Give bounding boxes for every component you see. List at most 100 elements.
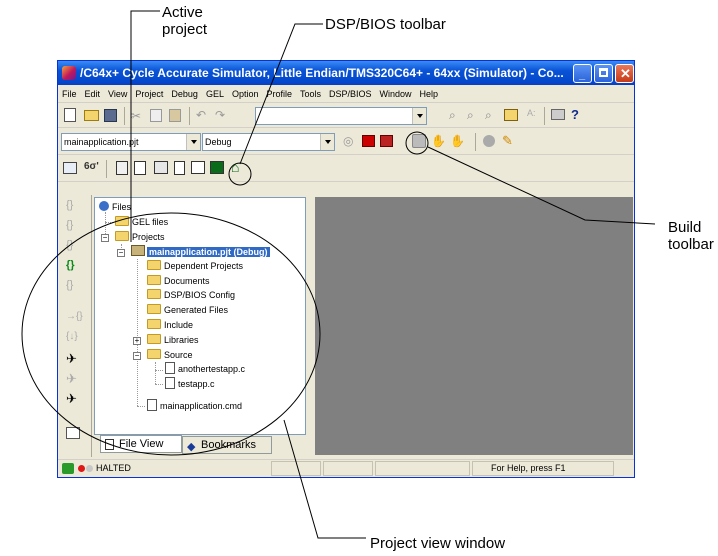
find-prev-icon[interactable]: ⌕ (485, 108, 501, 124)
halt-icon[interactable]: ✈ (66, 371, 84, 387)
tree-file-testapp[interactable]: testapp.c (165, 377, 215, 391)
memory-icon[interactable] (66, 427, 80, 439)
probe-icon[interactable]: ✎ (502, 133, 518, 149)
bookmark-icon[interactable] (504, 109, 518, 121)
file-view-icon (105, 439, 114, 450)
menu-item-help[interactable]: Help (416, 85, 443, 103)
step-over-icon[interactable]: {} (66, 219, 84, 235)
tree-file-anothertestapp[interactable]: anothertestapp.c (165, 362, 245, 376)
configuration-combo-value: Debug (205, 137, 232, 147)
rta-control-icon[interactable] (154, 161, 168, 174)
cut-icon[interactable]: ✂ (131, 109, 147, 125)
menu-item-profile[interactable]: Profile (262, 85, 296, 103)
animate-icon[interactable]: ✈ (66, 391, 84, 407)
callout-active-project: Active project (162, 4, 208, 38)
step-into-icon[interactable]: {} (66, 199, 84, 215)
folder-icon (147, 289, 161, 299)
step-out-icon[interactable]: {} (66, 239, 84, 255)
asm-step-over-icon[interactable]: {↓} (66, 331, 84, 347)
build-option-icon[interactable]: ✋ (431, 134, 447, 150)
tree-cmd-file[interactable]: mainapplication.cmd (147, 399, 242, 413)
tree-libraries[interactable]: Libraries (147, 333, 199, 347)
compile-icon[interactable]: ◎ (343, 134, 359, 150)
configuration-combo[interactable]: Debug (202, 133, 335, 151)
set-pc-icon[interactable]: {} (66, 279, 84, 295)
print-icon[interactable] (551, 109, 565, 120)
execution-graph-icon[interactable] (210, 161, 224, 174)
message-log-icon[interactable] (174, 161, 185, 175)
tree-dsp-bios-config[interactable]: DSP/BIOS Config (147, 288, 235, 302)
collapse-source-icon[interactable]: − (133, 352, 141, 360)
menu-item-option[interactable]: Option (228, 85, 263, 103)
menu-item-file[interactable]: File (58, 85, 81, 103)
rebuild-all-icon[interactable] (380, 135, 393, 147)
paste-icon[interactable] (169, 109, 181, 122)
maximize-button[interactable] (594, 64, 613, 83)
find-next-icon[interactable]: ⌕ (467, 108, 483, 124)
titlebar[interactable]: /C64x+ Cycle Accurate Simulator, Little … (58, 61, 634, 85)
tab-file-view[interactable]: File View (100, 435, 182, 453)
menu-item-gel[interactable]: GEL (202, 85, 228, 103)
tree-dependent-projects[interactable]: Dependent Projects (147, 259, 243, 273)
minimize-button[interactable]: _ (573, 64, 592, 83)
status-state: HALTED (96, 463, 131, 473)
undo-icon[interactable]: ↶ (196, 108, 212, 124)
tree-include[interactable]: Include (147, 318, 193, 332)
tree-documents[interactable]: Documents (147, 274, 210, 288)
menu-item-dsp-bios[interactable]: DSP/BIOS (325, 85, 376, 103)
standard-toolbar: ✂ ↶ ↷ ⌕ ⌕ ⌕ A: ? (58, 104, 634, 128)
status-cell-2 (323, 461, 373, 476)
asm-step-into-icon[interactable]: →{} (66, 311, 84, 327)
callout-dsp-bios-toolbar: DSP/BIOS toolbar (325, 16, 446, 33)
graph-icon[interactable] (63, 162, 77, 174)
new-file-icon[interactable] (64, 108, 76, 122)
open-icon[interactable] (84, 110, 99, 121)
tree-gel-files[interactable]: GEL files (115, 215, 168, 229)
tree-source[interactable]: Source (147, 348, 193, 362)
copy-icon[interactable] (150, 109, 162, 122)
help-icon[interactable]: ? (571, 107, 587, 123)
menu-item-edit[interactable]: Edit (81, 85, 105, 103)
tree-root-files[interactable]: Files (99, 200, 131, 214)
folder-icon (147, 260, 161, 270)
tree-projects[interactable]: Projects (115, 230, 165, 244)
tree-generated-files[interactable]: Generated Files (147, 303, 228, 317)
folder-open-icon (115, 231, 129, 241)
tab-bookmarks[interactable]: ◆ Bookmarks (182, 436, 272, 454)
debug-option-icon[interactable]: ✋ (450, 134, 466, 150)
kernel-view-icon[interactable]: ⌂ (231, 159, 247, 175)
run-icon[interactable]: ✈ (66, 351, 84, 367)
halt-build-icon[interactable] (412, 134, 426, 148)
collapse-project-icon[interactable]: − (117, 249, 125, 257)
expand-libraries-icon[interactable]: + (133, 337, 141, 345)
tree-gel-label: GEL files (132, 217, 169, 227)
run-to-cursor-icon[interactable]: {} (66, 259, 84, 275)
menu-item-window[interactable]: Window (376, 85, 416, 103)
statistics-view-icon[interactable] (134, 161, 146, 175)
save-icon[interactable] (104, 109, 117, 122)
tree-documents-label: Documents (164, 276, 210, 286)
find-icon[interactable]: ⌕ (449, 108, 465, 124)
incremental-build-icon[interactable] (362, 135, 375, 147)
tab-file-view-label: File View (119, 438, 164, 450)
cpu-load-icon[interactable] (191, 161, 205, 174)
tree-file2-label: testapp.c (178, 379, 215, 389)
editor-area[interactable] (315, 197, 633, 455)
menu-item-tools[interactable]: Tools (296, 85, 325, 103)
watch-icon[interactable]: 6σ' (84, 161, 100, 177)
breakpoint-icon[interactable] (483, 135, 495, 147)
tree-active-project[interactable]: mainapplication.pjt (Debug) (131, 245, 270, 259)
collapse-projects-icon[interactable]: − (101, 234, 109, 242)
status-cell-1 (271, 461, 321, 476)
close-button[interactable]: ✕ (615, 64, 634, 83)
project-combo[interactable]: mainapplication.pjt (61, 133, 201, 151)
menu-item-debug[interactable]: Debug (167, 85, 202, 103)
file-icon (165, 377, 175, 389)
menu-item-view[interactable]: View (104, 85, 131, 103)
match-case-icon[interactable]: A: (527, 108, 543, 124)
find-combo[interactable] (255, 107, 427, 125)
tree-dspbios-label: DSP/BIOS Config (164, 290, 236, 300)
menu-item-project[interactable]: Project (131, 85, 167, 103)
dsp-bios-config-icon[interactable] (116, 161, 128, 175)
redo-icon[interactable]: ↷ (215, 108, 231, 124)
